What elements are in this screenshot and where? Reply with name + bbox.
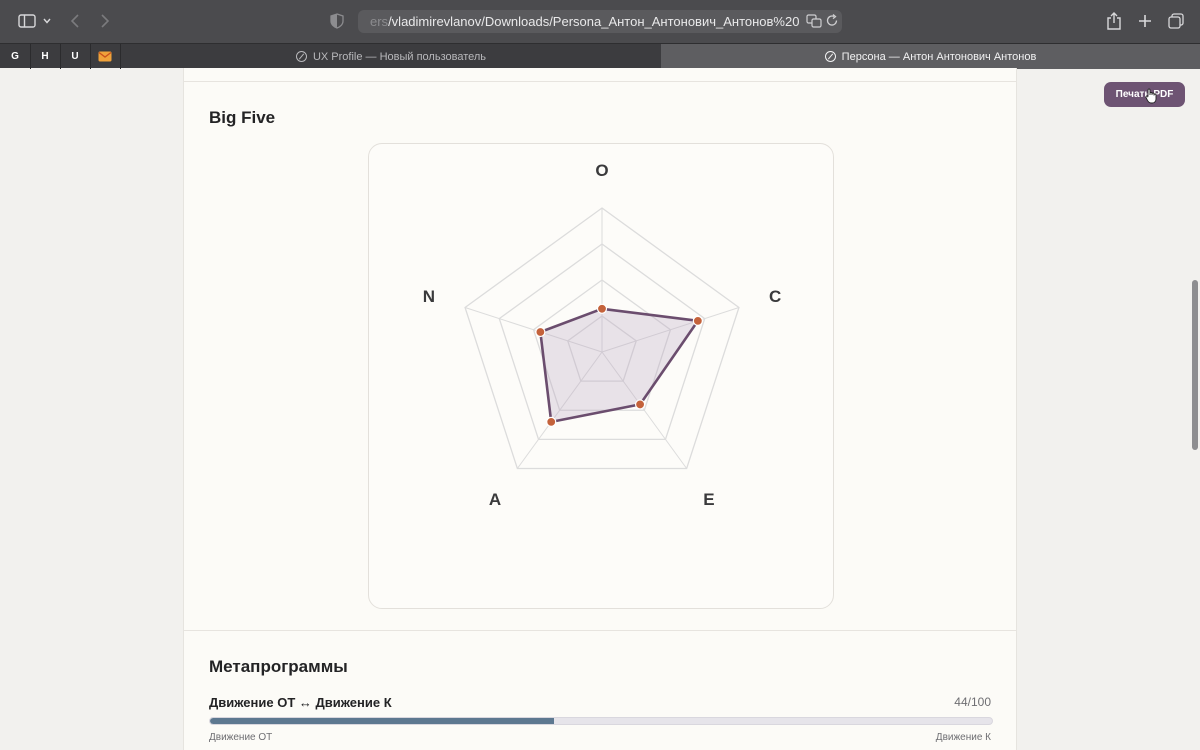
privacy-shield-icon[interactable] [330,13,344,34]
radar-axis-label-a: A [489,490,501,509]
pinned-tab-label: G [11,50,19,62]
radar-point-c [692,315,703,326]
url-faded-prefix: ers [370,14,389,29]
metaprogram-right-label: Движение К [935,732,991,743]
page-scrollbar[interactable] [1192,280,1198,450]
big-five-radar-chart: O C E A N [423,161,781,509]
tab-overview-icon[interactable] [1166,10,1186,32]
compass-icon [824,51,836,62]
back-icon[interactable] [66,10,84,32]
share-icon[interactable] [1105,10,1123,32]
section-divider [184,630,1016,631]
radar-axis-label-c: C [769,287,781,306]
big-five-title: Big Five [209,108,276,127]
metaprogram-label: Движение ОТ ↔ Движение К [209,695,392,710]
translate-icon[interactable] [806,14,822,33]
forward-icon[interactable] [96,10,114,32]
pinned-tab-h[interactable]: H [37,48,53,64]
reload-icon[interactable] [826,14,838,32]
url-text: ers/vladimirevlanov/Downloads/Persona_Ан… [370,14,800,29]
metaprogram-score: 44/100 [954,695,991,709]
tab-bar: G H U UX Profile — Новый пользователь Пе… [0,43,1200,69]
tab-ux-profile[interactable]: UX Profile — Новый пользователь [121,44,661,69]
tab-title: Персона — Антон Антонович Антонов [841,50,1037,63]
pinned-tab-g[interactable]: G [7,48,23,64]
pinned-tab-label: H [41,50,49,62]
metaprogram-progress-fill [210,718,555,724]
section-divider [184,81,1016,82]
radar-axis-label-e: E [703,490,714,509]
big-five-card: O C E A N [368,143,834,609]
url-main: /vladimirevlanov/Downloads/Persona_Антон… [388,14,800,29]
new-tab-icon[interactable] [1136,10,1154,32]
radar-axis-label-n: N [423,287,435,306]
metaprogram-left-label: Движение ОТ [209,732,273,743]
compass-icon [295,51,307,62]
tab-persona[interactable]: Персона — Антон Антонович Антонов [661,44,1200,69]
mouse-cursor [1145,88,1157,109]
radar-axis-label-o: O [595,161,608,180]
pinned-tab-u[interactable]: U [67,48,83,64]
browser-toolbar: ers/vladimirevlanov/Downloads/Persona_Ан… [0,0,1200,43]
address-bar[interactable]: ers/vladimirevlanov/Downloads/Persona_Ан… [358,10,842,33]
sidebar-icon[interactable] [16,10,38,32]
pinned-tab-mail[interactable] [97,48,113,64]
metaprogram-progress-track [209,717,993,725]
tab-title: UX Profile — Новый пользователь [312,50,487,63]
persona-page: Big Five O C E A N Метапрограммы Движение ОТ… [183,68,1017,750]
metaprograms-title: Метапрограммы [209,657,348,676]
radar-point-e [634,399,646,410]
radar-point-a [546,416,557,427]
pinned-tab-label: U [71,50,79,62]
radar-series-area [539,307,700,424]
radar-point-o [596,303,608,314]
radar-point-n [535,326,546,338]
mail-icon [98,51,112,61]
chevron-down-icon[interactable] [41,10,53,32]
